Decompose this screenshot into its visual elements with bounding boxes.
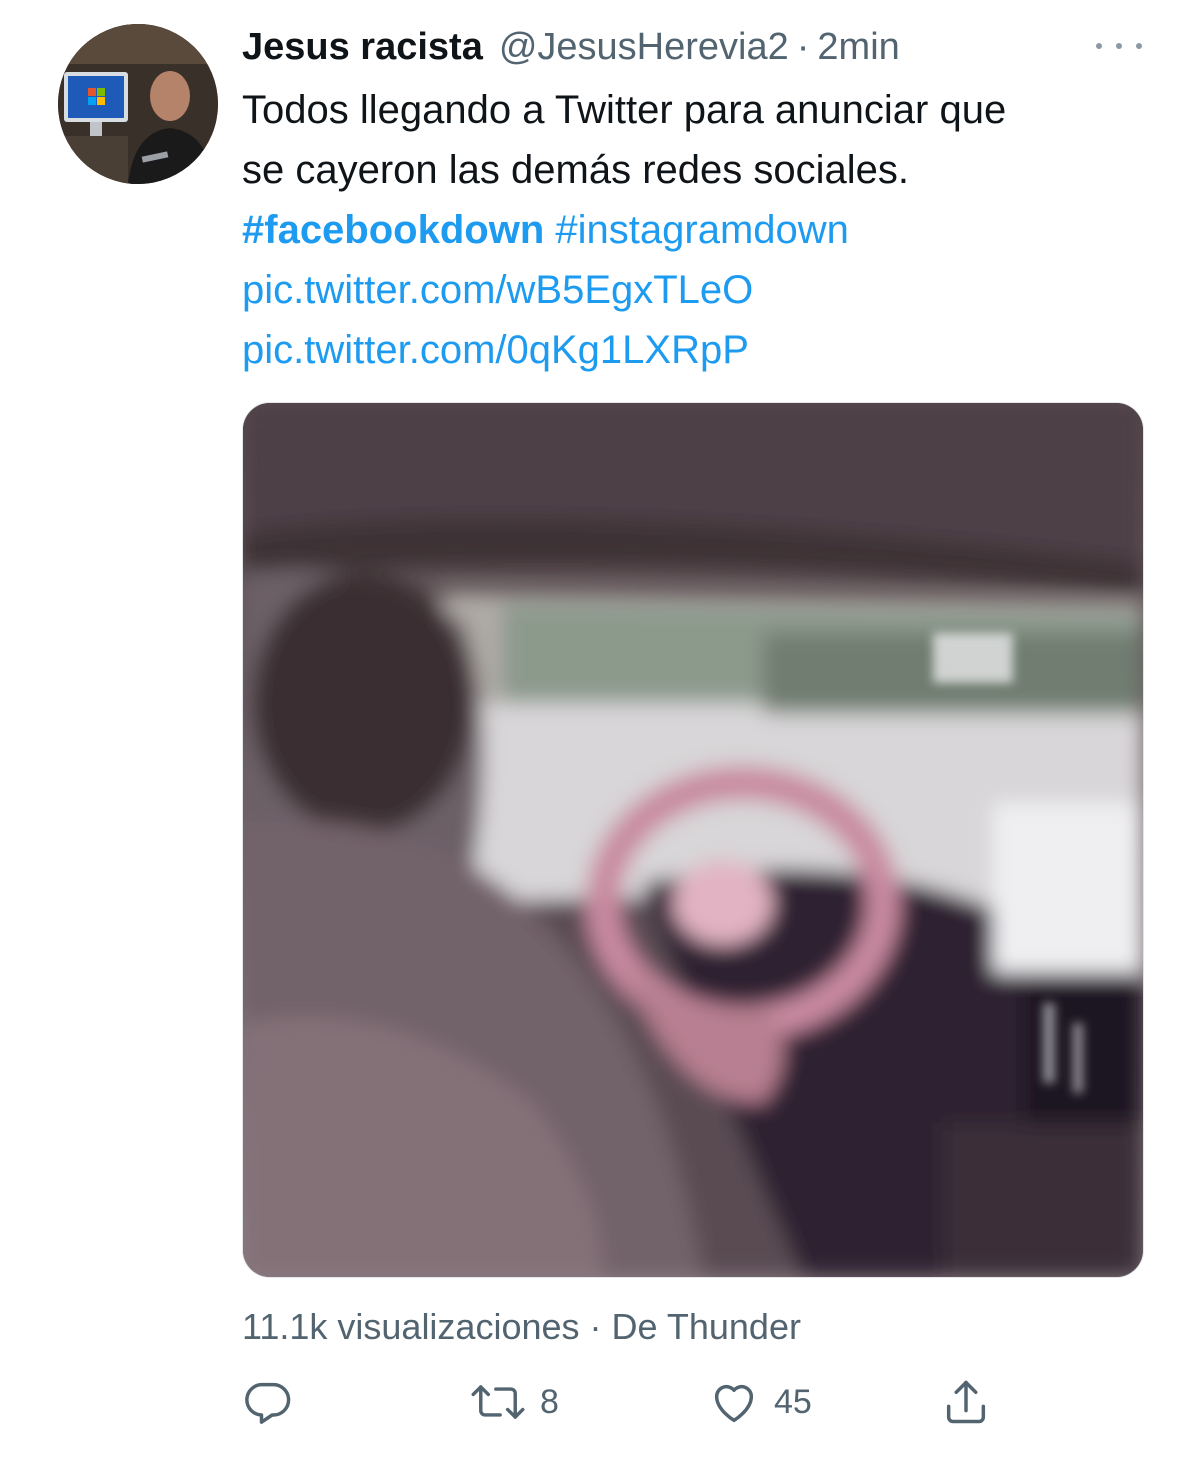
header-separator: ·: [796, 26, 810, 68]
pic-link-line-2: pic.twitter.com/0qKg1LXRpP: [242, 320, 1162, 380]
avatar[interactable]: [58, 24, 218, 184]
share-button[interactable]: [940, 1372, 992, 1432]
like-count: 45: [774, 1382, 812, 1421]
hashtag-instagramdown[interactable]: #instagramdown: [555, 208, 849, 252]
tweet-timestamp[interactable]: 2min: [817, 22, 899, 72]
pic-link-1[interactable]: pic.twitter.com/wB5EgxTLeO: [242, 268, 753, 312]
more-dot: [1096, 43, 1102, 49]
avatar-photo: [58, 24, 218, 184]
hashtag-facebookdown[interactable]: #facebookdown: [242, 208, 544, 252]
retweet-icon: [471, 1385, 525, 1419]
tweet-text-line-1: Todos llegando a Twitter para anunciar q…: [242, 88, 1007, 132]
retweet-button[interactable]: 8: [470, 1372, 559, 1432]
retweet-count: 8: [540, 1382, 559, 1421]
more-dot: [1136, 43, 1142, 49]
tweet-header: Jesus racista @JesusHerevia2 · 2min: [242, 22, 900, 72]
pic-link-line-1: pic.twitter.com/wB5EgxTLeO: [242, 260, 1162, 320]
tweet-text: Todos llegando a Twitter para anunciar q…: [242, 80, 1162, 380]
like-button[interactable]: 45: [708, 1372, 812, 1432]
more-dot: [1116, 43, 1122, 49]
video-frame-car-interior: [243, 403, 1143, 1277]
pic-link-2[interactable]: pic.twitter.com/0qKg1LXRpP: [242, 328, 749, 372]
author-handle[interactable]: @JesusHerevia2: [499, 22, 789, 72]
tweet-text-line-2: se cayeron las demás redes sociales.: [242, 148, 909, 192]
action-bar: 8 45: [242, 1372, 1002, 1432]
hashtag-line: #facebookdown #instagramdown: [242, 200, 1162, 260]
tweet: Jesus racista @JesusHerevia2 · 2min Todo…: [0, 0, 1200, 1457]
more-options-icon[interactable]: [1096, 36, 1142, 56]
video-media[interactable]: [242, 402, 1144, 1278]
heart-icon: [714, 1384, 754, 1423]
reply-icon: [245, 1382, 291, 1424]
reply-button[interactable]: [242, 1372, 294, 1432]
video-views: 11.1k visualizaciones · De Thunder: [242, 1306, 801, 1347]
share-icon: [946, 1380, 986, 1424]
author-name[interactable]: Jesus racista: [242, 22, 483, 72]
